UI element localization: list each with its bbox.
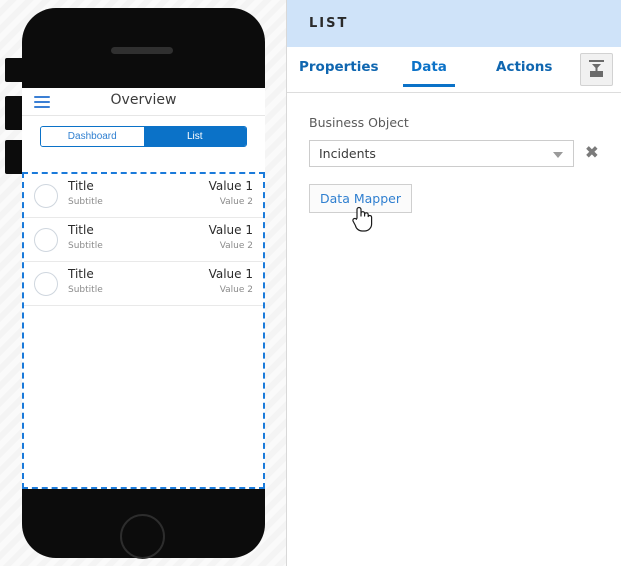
app-bar: Overview: [22, 88, 265, 116]
properties-panel: LIST Properties Data Actions Business Ob…: [286, 0, 621, 566]
segment-list[interactable]: List: [143, 127, 246, 146]
list-item-subtitle: Subtitle: [68, 197, 103, 207]
segmented-control[interactable]: Dashboard List: [40, 126, 247, 147]
import-icon: [589, 60, 604, 77]
avatar: [34, 184, 58, 208]
list-item-value1: Value 1: [208, 267, 253, 281]
close-icon[interactable]: ✖: [585, 145, 599, 162]
list-item-subtitle: Subtitle: [68, 285, 103, 295]
tab-actions[interactable]: Actions: [496, 59, 552, 87]
list-item-subtitle: Subtitle: [68, 241, 103, 251]
avatar: [34, 272, 58, 296]
phone-volume-up-button[interactable]: [5, 96, 23, 130]
import-button[interactable]: [580, 53, 613, 86]
list-item-title: Title: [68, 267, 94, 281]
data-mapper-button[interactable]: Data Mapper: [309, 184, 412, 213]
list-item-title: Title: [68, 179, 94, 193]
list-item[interactable]: Title Subtitle Value 1 Value 2: [24, 262, 263, 306]
panel-body: Business Object Incidents ✖ Data Mapper: [287, 93, 621, 213]
device-canvas: Overview Dashboard List Title Subtitle V…: [0, 0, 286, 566]
tab-data[interactable]: Data: [403, 59, 455, 87]
list-item[interactable]: Title Subtitle Value 1 Value 2: [24, 174, 263, 218]
phone-volume-down-button[interactable]: [5, 140, 23, 174]
list-item-title: Title: [68, 223, 94, 237]
phone-silent-switch[interactable]: [5, 58, 23, 82]
chevron-down-icon[interactable]: [552, 152, 563, 158]
business-object-value: Incidents: [319, 146, 376, 161]
list-item-value1: Value 1: [208, 179, 253, 193]
list-component-selected[interactable]: Title Subtitle Value 1 Value 2 Title Sub…: [22, 172, 265, 489]
list-item-value2: Value 2: [219, 241, 253, 251]
list-item[interactable]: Title Subtitle Value 1 Value 2: [24, 218, 263, 262]
avatar: [34, 228, 58, 252]
list-item-value2: Value 2: [219, 197, 253, 207]
phone-screen: Overview Dashboard List Title Subtitle V…: [22, 88, 265, 489]
segment-dashboard[interactable]: Dashboard: [41, 127, 144, 146]
list-item-value2: Value 2: [219, 285, 253, 295]
phone-home-button[interactable]: [120, 514, 165, 559]
list-item-value1: Value 1: [208, 223, 253, 237]
business-object-select[interactable]: Incidents: [309, 140, 574, 167]
business-object-label: Business Object: [309, 115, 409, 130]
tab-properties[interactable]: Properties: [299, 59, 379, 87]
panel-header: LIST: [287, 0, 621, 47]
page-title: LIST: [309, 16, 349, 31]
business-object-row: Incidents ✖: [309, 140, 599, 167]
tab-bar: Properties Data Actions: [287, 47, 621, 93]
segmented-control-wrapper: Dashboard List: [22, 116, 265, 156]
app-bar-title: Overview: [110, 92, 177, 108]
phone-speaker-icon: [111, 47, 173, 54]
